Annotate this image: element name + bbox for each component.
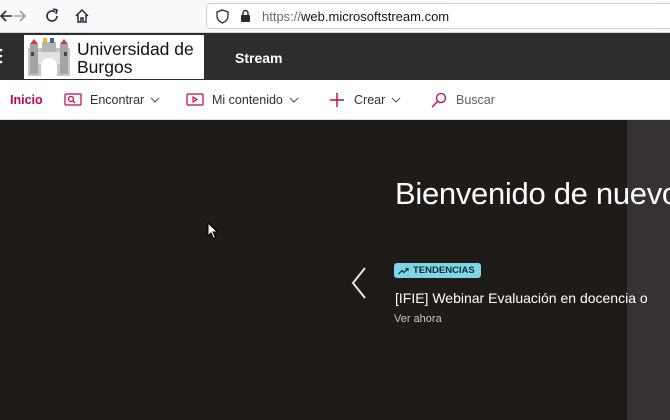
carousel-prev-button[interactable] <box>349 266 369 300</box>
trending-badge: TENDENCIAS <box>394 263 481 278</box>
organization-name: Universidad de Burgos <box>77 39 194 77</box>
featured-video-title[interactable]: [IFIE] Webinar Evaluación en docencia o <box>395 290 648 306</box>
search-placeholder: Buscar <box>456 93 495 107</box>
nav-find[interactable]: Encontrar <box>64 80 160 120</box>
nav-home-label: Inicio <box>10 93 43 107</box>
nav-my-content-label: Mi contenido <box>212 93 283 107</box>
nav-home[interactable]: Inicio <box>10 80 43 120</box>
watch-now-link[interactable]: Ver ahora <box>394 313 442 325</box>
welcome-title: Bienvenido de nuevo <box>395 176 670 211</box>
browser-toolbar: https://web.microsoftstream.com <box>0 0 670 33</box>
search-box[interactable]: Buscar <box>430 80 495 120</box>
chevron-down-icon <box>289 95 299 105</box>
castle-logo-icon <box>28 38 70 76</box>
reload-icon[interactable] <box>41 5 63 27</box>
hero-banner: Bienvenido de nuevo TENDENCIAS [IFIE] We… <box>0 120 670 420</box>
chevron-down-icon <box>150 95 160 105</box>
nav-find-label: Encontrar <box>90 93 145 107</box>
url-text: https://web.microsoftstream.com <box>262 9 450 24</box>
search-icon <box>430 91 448 109</box>
forward-icon[interactable] <box>10 5 32 27</box>
home-browser-icon[interactable] <box>71 5 93 27</box>
trending-icon <box>398 267 409 274</box>
find-icon <box>64 91 82 109</box>
chevron-left-icon <box>351 267 366 299</box>
nav-create[interactable]: Crear <box>328 80 401 120</box>
nav-create-label: Crear <box>354 93 386 107</box>
address-bar[interactable]: https://web.microsoftstream.com <box>206 3 670 29</box>
app-header: Universidad de Burgos Stream <box>0 33 670 80</box>
app-launcher-icon[interactable] <box>0 46 6 66</box>
video-icon <box>186 91 204 109</box>
chevron-down-icon <box>391 95 401 105</box>
command-bar: Inicio Encontrar Mi contenido Crear Busc… <box>0 80 670 120</box>
nav-my-content[interactable]: Mi contenido <box>186 80 299 120</box>
plus-icon <box>328 91 346 109</box>
lock-icon[interactable] <box>240 9 251 28</box>
app-title[interactable]: Stream <box>235 50 282 66</box>
mouse-cursor-icon <box>207 222 219 240</box>
hero-side-panel <box>627 120 670 420</box>
trending-label: TENDENCIAS <box>413 265 475 276</box>
shield-icon[interactable] <box>216 9 229 29</box>
organization-logo[interactable]: Universidad de Burgos <box>24 35 204 79</box>
